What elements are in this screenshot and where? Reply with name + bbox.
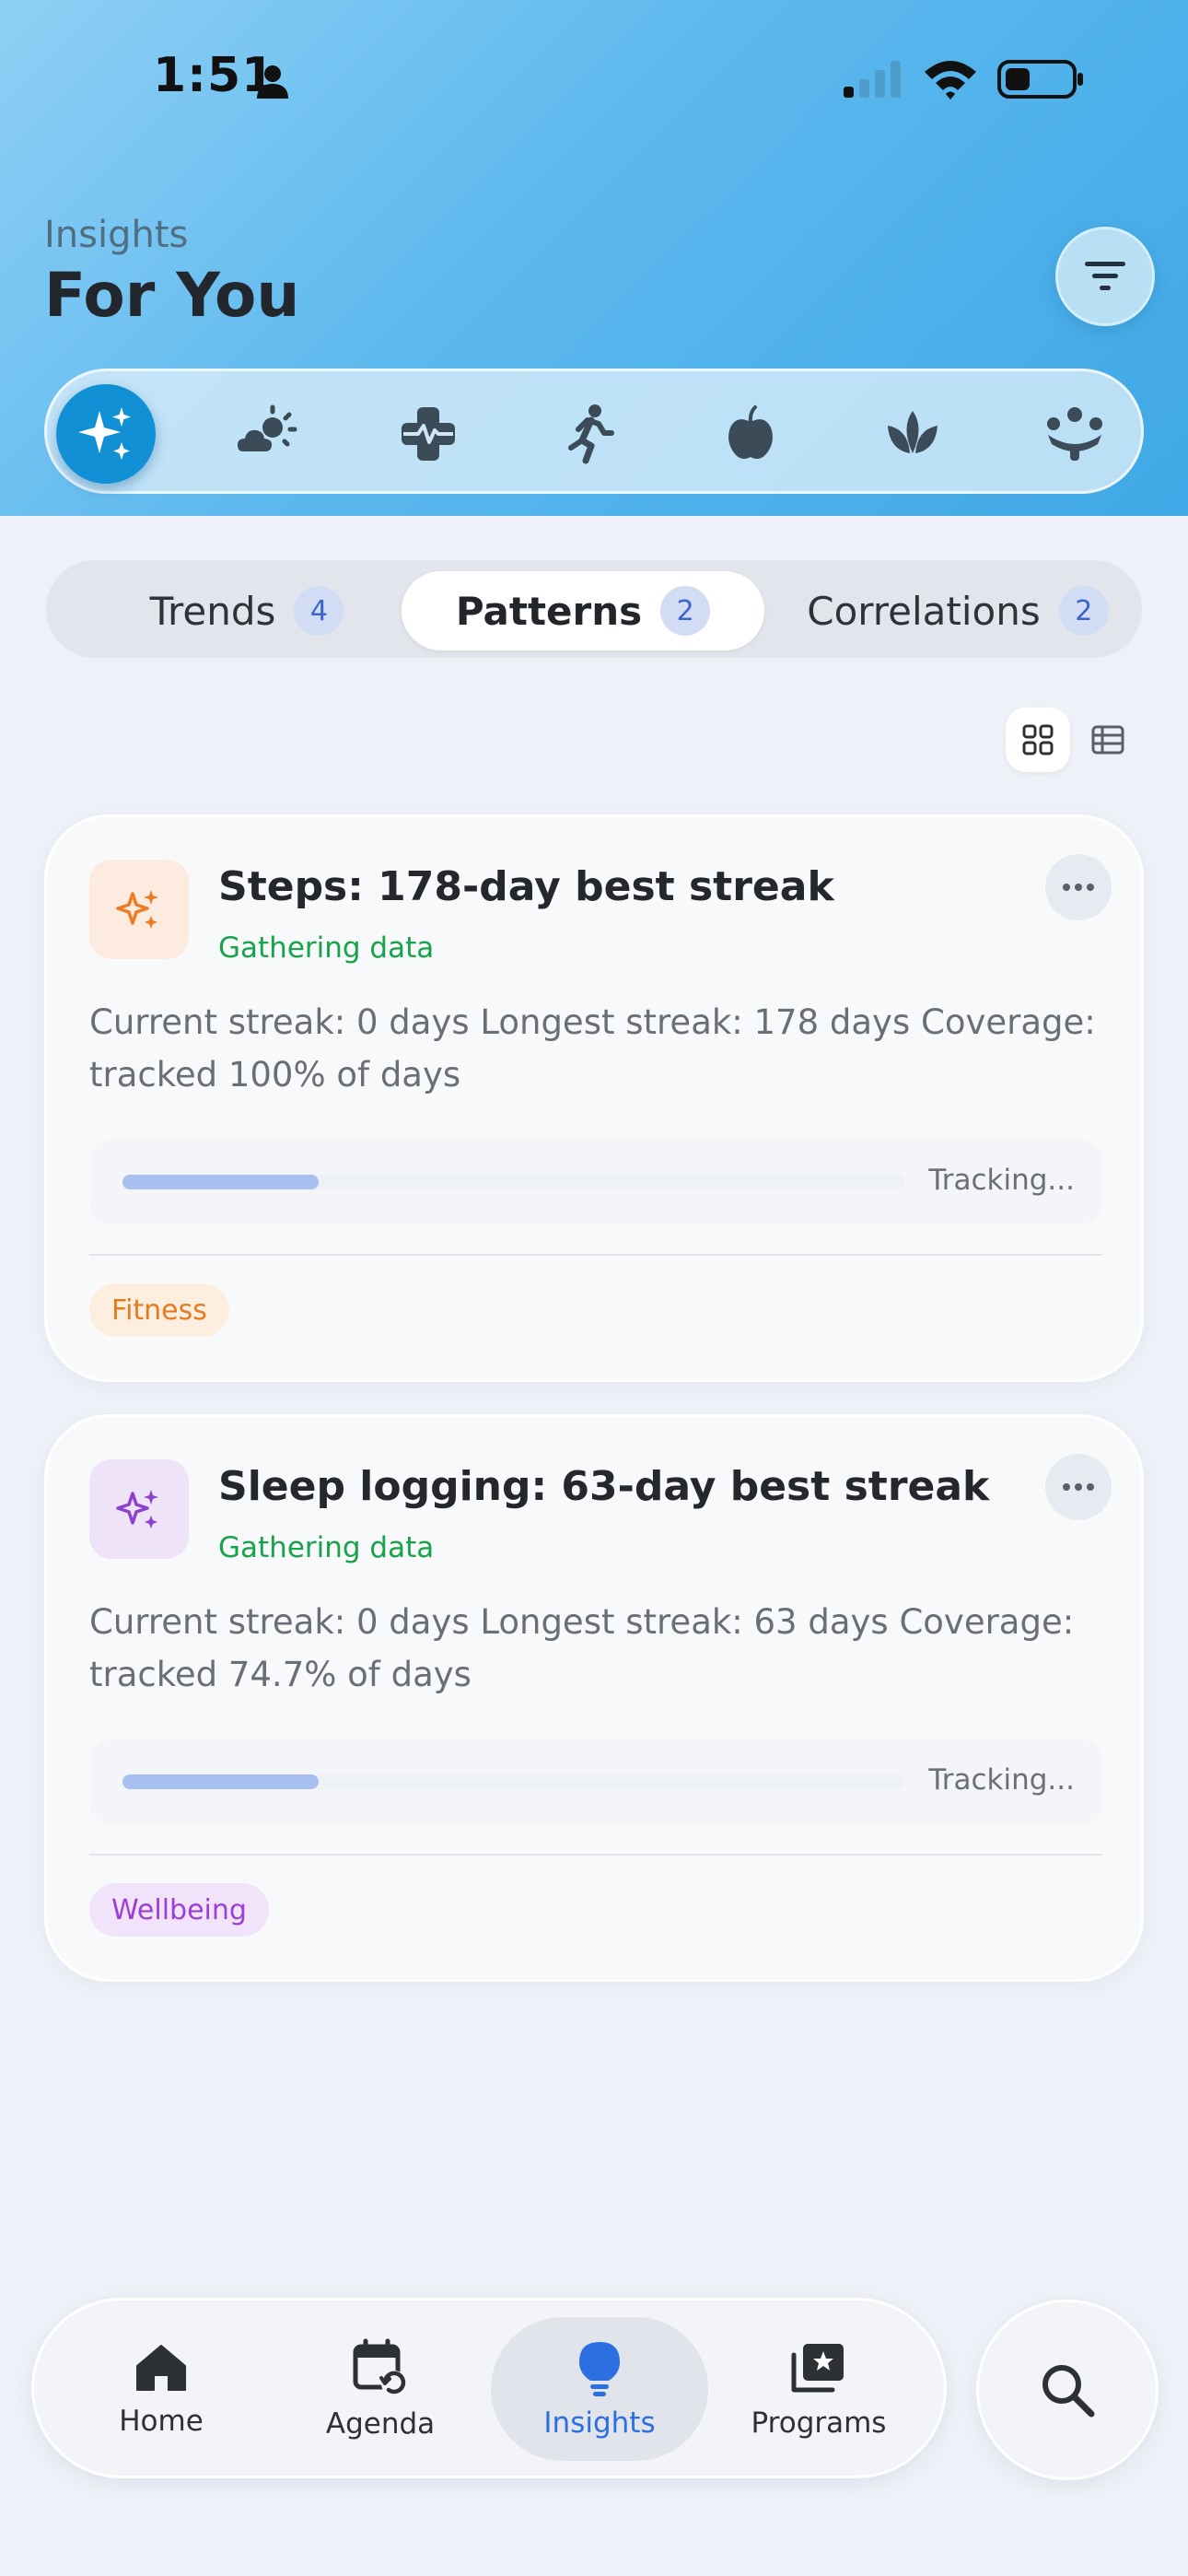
card-icon-container — [89, 1459, 189, 1559]
category-tag: Wellbeing — [89, 1883, 269, 1937]
header: 1:51 Insights For You — [0, 0, 1188, 516]
progress-label: Tracking... — [928, 1164, 1075, 1197]
running-icon — [568, 404, 614, 464]
category-mindfulness[interactable] — [863, 384, 962, 484]
divider — [89, 1254, 1102, 1256]
tab-patterns[interactable]: Patterns 2 — [402, 571, 764, 650]
divider — [89, 1854, 1102, 1856]
category-selector — [44, 369, 1144, 494]
tab-correlations-count: 2 — [1058, 586, 1109, 636]
weather-icon — [238, 404, 297, 451]
tab-programs-label: Programs — [751, 2406, 887, 2440]
tab-agenda[interactable]: Agenda — [272, 2317, 489, 2461]
page-eyebrow: Insights — [44, 214, 189, 256]
tab-programs[interactable]: Programs — [710, 2317, 927, 2461]
tab-home-label: Home — [119, 2405, 204, 2438]
bottom-tab-bar: Home Agenda Insights Programs — [31, 2298, 947, 2478]
filter-button[interactable] — [1055, 227, 1155, 326]
lotus-icon — [888, 411, 938, 453]
card-status: Gathering data — [218, 1531, 435, 1564]
tab-trends[interactable]: Trends 4 — [99, 571, 394, 650]
tab-correlations[interactable]: Correlations 2 — [774, 571, 1142, 650]
apple-icon — [728, 405, 773, 459]
category-all[interactable] — [56, 384, 156, 484]
card-description: Current streak: 0 days Longest streak: 6… — [89, 1602, 1075, 1694]
page-title: For You — [44, 260, 300, 331]
medical-icon — [402, 407, 455, 461]
card-title: Steps: 178-day best streak — [218, 863, 834, 910]
insight-card[interactable]: Sleep logging: 63-day best streak Gather… — [44, 1414, 1144, 1982]
category-activity[interactable] — [541, 384, 640, 484]
progress-row: Tracking... — [89, 1140, 1102, 1224]
card-icon-container — [89, 860, 189, 959]
sparkles-icon — [116, 1490, 158, 1528]
search-icon — [1042, 2365, 1095, 2418]
card-description: Current streak: 0 days Longest streak: 1… — [89, 1002, 1096, 1095]
status-bar: 1:51 — [0, 0, 1188, 157]
sparkles-icon — [116, 890, 158, 929]
more-options-button[interactable] — [1045, 1454, 1112, 1520]
insight-type-tabs: Trends 4 Patterns 2 Correlations 2 — [44, 558, 1144, 660]
tab-insights-label: Insights — [543, 2406, 656, 2440]
category-nutrition[interactable] — [701, 384, 800, 484]
tab-correlations-label: Correlations — [807, 588, 1041, 634]
grid-icon — [1022, 724, 1054, 755]
list-icon — [1091, 725, 1124, 755]
programs-icon — [791, 2344, 844, 2393]
more-horizontal-icon — [1063, 1483, 1094, 1491]
tab-trends-label: Trends — [149, 588, 276, 634]
progress-label: Tracking... — [928, 1763, 1075, 1797]
person-icon — [257, 65, 288, 99]
category-medical[interactable] — [379, 384, 478, 484]
tab-patterns-count: 2 — [660, 586, 711, 636]
home-icon — [136, 2345, 186, 2391]
community-icon — [1047, 407, 1102, 461]
progress-fill — [122, 1175, 319, 1189]
more-options-button[interactable] — [1045, 854, 1112, 920]
tab-home[interactable]: Home — [52, 2317, 270, 2461]
calendar-icon — [353, 2338, 407, 2396]
lightbulb-icon — [579, 2342, 620, 2396]
list-view-button[interactable] — [1076, 708, 1140, 772]
search-button[interactable] — [976, 2300, 1159, 2480]
grid-view-button[interactable] — [1006, 708, 1070, 772]
more-horizontal-icon — [1063, 884, 1094, 891]
wifi-icon — [925, 61, 976, 100]
progress-track — [122, 1175, 905, 1189]
sparkles-icon — [78, 407, 131, 460]
card-status: Gathering data — [218, 931, 435, 965]
progress-track — [122, 1774, 905, 1789]
progress-row: Tracking... — [89, 1739, 1102, 1824]
category-environment[interactable] — [216, 384, 316, 484]
tab-insights[interactable]: Insights — [491, 2317, 708, 2461]
tab-trends-count: 4 — [294, 586, 344, 636]
tab-agenda-label: Agenda — [325, 2407, 436, 2441]
tab-patterns-label: Patterns — [455, 588, 643, 634]
category-social[interactable] — [1025, 384, 1124, 484]
insight-card[interactable]: Steps: 178-day best streak Gathering dat… — [44, 814, 1144, 1382]
cellular-signal-icon — [844, 61, 901, 98]
category-tag: Fitness — [89, 1283, 229, 1337]
battery-icon — [997, 60, 1083, 99]
card-title: Sleep logging: 63-day best streak — [218, 1463, 990, 1510]
progress-fill — [122, 1774, 319, 1789]
filter-icon — [1085, 262, 1125, 290]
